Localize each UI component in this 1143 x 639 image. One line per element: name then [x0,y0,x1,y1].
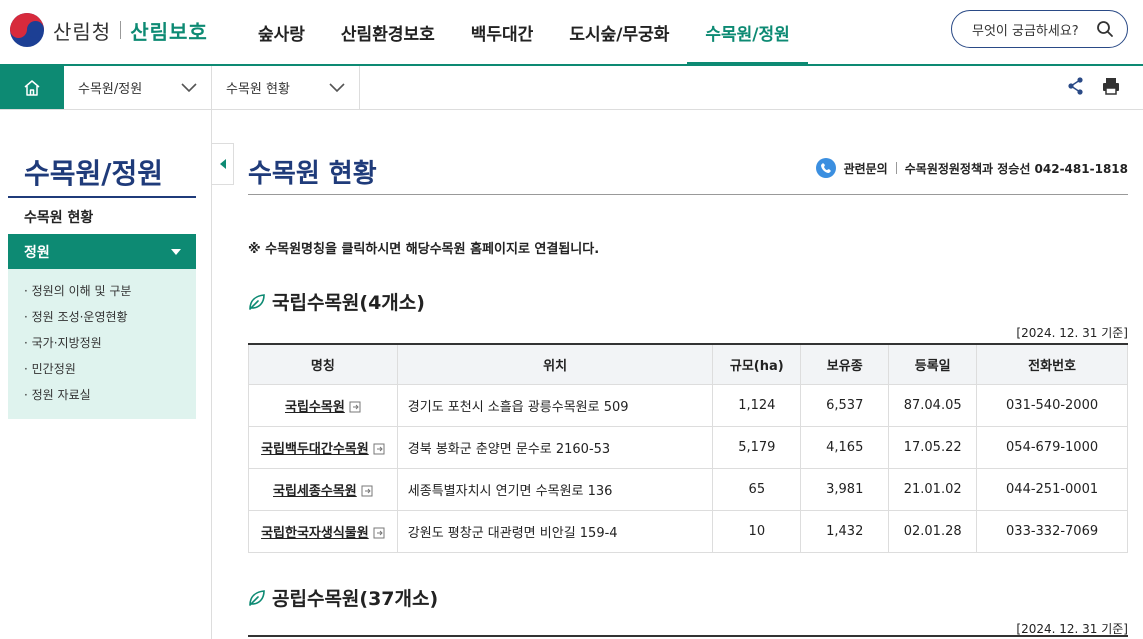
table-row: 국립한국자생식물원 강원도 평창군 대관령면 비안길 159-4 10 1,43… [248,509,1128,553]
breadcrumb: 수목원/정원 수목원 현황 [0,66,1143,110]
column-header: 명칭 [248,343,398,385]
page-title: 수목원 현황 [248,159,377,189]
chevron-down-icon [181,82,197,92]
org-subname: 산림보호 [130,19,208,44]
org-name: 산림청 [53,19,112,44]
location-cell: 경북 봉화군 춘양면 문수로 2160-53 [396,425,714,469]
table-row: 국립수목원 경기도 포천시 소흘읍 광릉수목원로 509 1,124 6,537… [248,383,1128,427]
external-link-icon [361,485,373,497]
sidebar-title: 수목원/정원 [24,157,164,190]
area-cell: 5,179 [712,425,802,469]
basis-date: [2024. 12. 31 기준] [1016,326,1128,340]
global-header: 산림청 산림보호 숲사랑 산림환경보호 백두대간 도시숲/무궁화 수목원/정원 … [0,0,1143,66]
main-menu: 숲사랑 산림환경보호 백두대간 도시숲/무궁화 수목원/정원 [240,0,809,66]
location-cell: 세종특별자치시 연기면 수목원로 136 [396,467,714,511]
leaf-icon [249,293,265,310]
contact-divider [895,162,897,174]
location-cell: 강원도 평창군 대관령면 비안길 159-4 [396,509,714,553]
phone-cell: 033-332-7069 [976,509,1128,553]
search-icon[interactable] [1091,20,1119,38]
search-box[interactable]: 무엇이 궁금하세요? [951,10,1128,48]
sidebar-item-arboretum-status[interactable]: 수목원 현황 [24,207,93,227]
area-cell: 1,124 [712,383,802,427]
sidebar-group-label: 정원 [24,244,50,261]
column-header: 보유종 [800,343,890,385]
column-header: 등록일 [888,343,978,385]
sidebar-group-garden[interactable]: 정원 [8,234,196,269]
search-placeholder[interactable]: 무엇이 궁금하세요? [972,20,1091,39]
arboretum-link[interactable]: 국립세종수목원 [248,467,398,511]
registered-date-cell: 02.01.28 [888,509,978,553]
breadcrumb-level1-label: 수목원/정원 [78,82,143,97]
caret-down-icon [171,248,181,255]
area-cell: 65 [712,467,802,511]
phone-icon [815,158,836,178]
column-header: 위치 [396,343,714,385]
title-divider [248,194,1128,195]
menu-item-forest-environment[interactable]: 산림환경보호 [323,0,453,64]
sidebar-subitem[interactable]: · 정원의 이해 및 구분 [8,281,196,307]
sidebar-submenu: · 정원의 이해 및 구분 · 정원 조성·운영현황 · 국가·지방정원 · 민… [8,269,196,419]
column-header: 규모(ha) [712,343,802,385]
external-link-icon [349,401,361,413]
side-navigation: 수목원/정원 수목원 현황 정원 · 정원의 이해 및 구분 · 정원 조성·운… [0,110,212,639]
home-icon [24,79,40,96]
sidebar-subitem[interactable]: · 국가·지방정원 [8,333,196,359]
species-cell: 4,165 [800,425,890,469]
arboretum-link[interactable]: 국립한국자생식물원 [248,509,398,553]
menu-item-baekdudaegan[interactable]: 백두대간 [453,0,552,64]
sidebar-title-underline [8,196,196,198]
menu-item-urban-forest[interactable]: 도시숲/무궁화 [551,0,687,64]
sidebar-subitem[interactable]: · 정원 조성·운영현황 [8,307,196,333]
external-link-icon [373,527,385,539]
arboretum-link[interactable]: 국립수목원 [248,383,398,427]
section-title: 국립수목원(4개소) [272,292,425,314]
species-cell: 1,432 [800,509,890,553]
table-row: 국립세종수목원 세종특별자치시 연기면 수목원로 136 65 3,981 21… [248,467,1128,511]
section-heading-public: 공립수목원(37개소) [248,584,438,611]
caret-left-icon [219,159,226,169]
table-row: 국립백두대간수목원 경북 봉화군 춘양면 문수로 2160-53 5,179 4… [248,425,1128,469]
external-link-icon [373,443,385,455]
arboretum-link[interactable]: 국립백두대간수목원 [248,425,398,469]
share-icon[interactable] [1067,76,1085,96]
notice-text: ※ 수목원명칭을 클릭하시면 해당수목원 홈페이지로 연결됩니다. [248,242,600,257]
taegeuk-emblem-icon [10,13,44,47]
column-header: 전화번호 [976,343,1128,385]
menu-item-arboretum-garden[interactable]: 수목원/정원 [687,0,809,66]
breadcrumb-level2-dropdown[interactable]: 수목원 현황 [212,66,360,109]
print-icon[interactable] [1101,76,1121,96]
public-table-top-border [248,635,1128,637]
logo-divider [120,21,122,39]
chevron-down-icon [329,82,345,92]
breadcrumb-level1-dropdown[interactable]: 수목원/정원 [64,66,212,109]
location-cell: 경기도 포천시 소흘읍 광릉수목원로 509 [396,383,714,427]
contact-label: 관련문의 [843,161,888,176]
phone-cell: 044-251-0001 [976,467,1128,511]
species-cell: 6,537 [800,383,890,427]
table-header-row: 명칭 위치 규모(ha) 보유종 등록일 전화번호 [248,343,1128,385]
contact-value: 수목원정원정책과 정승선 042-481-1818 [904,161,1128,176]
registered-date-cell: 17.05.22 [888,425,978,469]
contact-info: 관련문의 수목원정원정책과 정승선 042-481-1818 [815,158,1128,178]
site-logo[interactable]: 산림청 산림보호 [10,12,208,48]
section-title: 공립수목원(37개소) [272,588,439,610]
sidebar-subitem[interactable]: · 정원 자료실 [8,385,196,411]
registered-date-cell: 87.04.05 [888,383,978,427]
section-heading-national: 국립수목원(4개소) [248,288,425,315]
phone-cell: 031-540-2000 [976,383,1128,427]
page-tools [1067,76,1121,96]
species-cell: 3,981 [800,467,890,511]
home-button[interactable] [0,66,64,109]
breadcrumb-level2-label: 수목원 현황 [226,82,290,97]
menu-item-forest-love[interactable]: 숲사랑 [240,0,323,64]
sidebar-collapse-button[interactable] [212,143,234,185]
national-arboretum-table: 명칭 위치 규모(ha) 보유종 등록일 전화번호 국립수목원 경기도 포천시 … [248,343,1128,553]
registered-date-cell: 21.01.02 [888,467,978,511]
area-cell: 10 [712,509,802,553]
leaf-icon [249,589,265,606]
phone-cell: 054-679-1000 [976,425,1128,469]
sidebar-subitem[interactable]: · 민간정원 [8,359,196,385]
